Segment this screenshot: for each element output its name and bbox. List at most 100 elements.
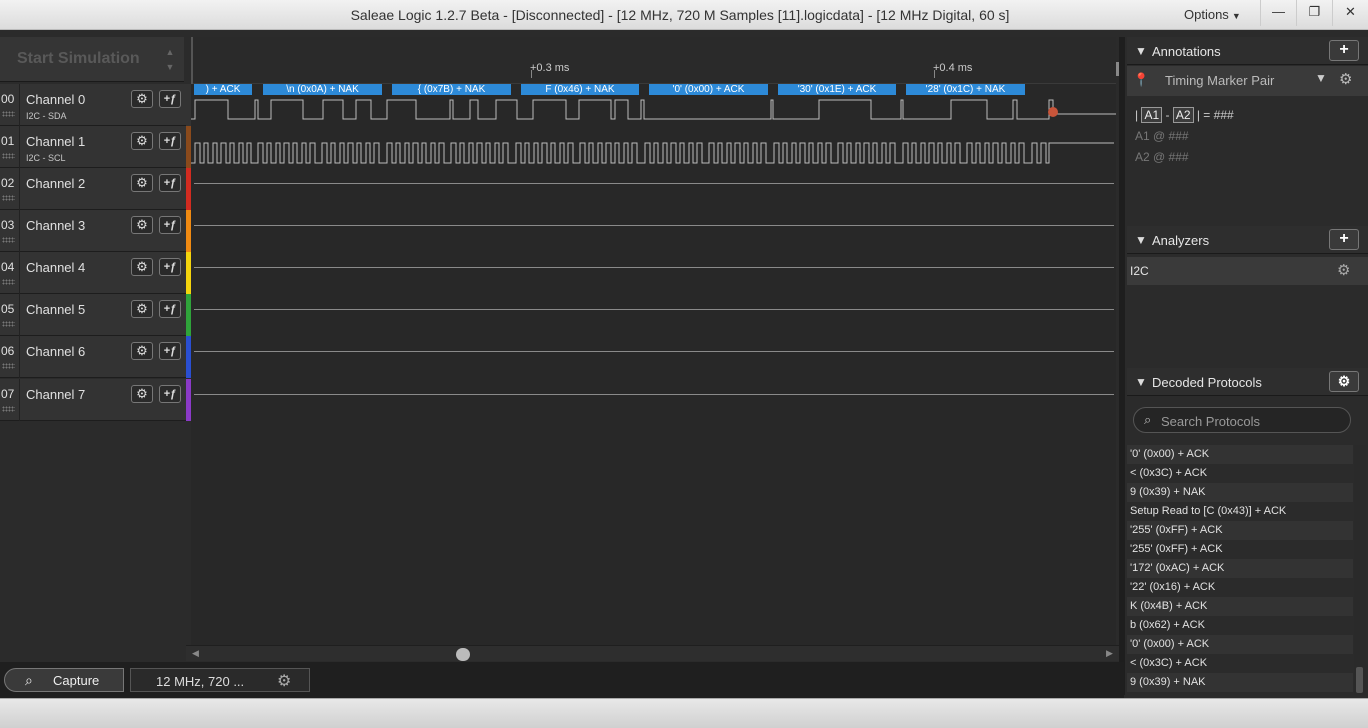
trigger-button[interactable]: +ƒ bbox=[159, 342, 181, 360]
capture-tab[interactable]: ⌕ Capture bbox=[4, 668, 124, 692]
drag-handle-icon[interactable] bbox=[2, 237, 15, 243]
timing-marker-row[interactable]: 📍 Timing Marker Pair ▼ ⚙ bbox=[1127, 66, 1368, 96]
a1-box[interactable]: A1 bbox=[1141, 107, 1163, 123]
channel-row[interactable]: 05 Channel 5 ⚙ +ƒ bbox=[0, 294, 191, 336]
channel-settings-button[interactable]: ⚙ bbox=[131, 300, 153, 318]
channel-settings-button[interactable]: ⚙ bbox=[131, 385, 153, 403]
channel-settings-button[interactable]: ⚙ bbox=[131, 342, 153, 360]
decode-bubble[interactable]: '30' (0x1E) + ACK bbox=[778, 84, 896, 95]
analyzers-header[interactable]: ▼ Analyzers + bbox=[1127, 226, 1368, 254]
decoded-list-item[interactable]: Setup Read to [C (0x43)] + ACK bbox=[1127, 502, 1353, 521]
drag-handle-icon[interactable] bbox=[2, 363, 15, 369]
gear-icon[interactable]: ⚙ bbox=[1337, 261, 1350, 279]
decoded-settings-button[interactable]: ⚙ bbox=[1329, 371, 1359, 392]
channel-name[interactable]: Channel 2 bbox=[26, 176, 85, 191]
time-mark-label: +0.4 ms bbox=[933, 62, 973, 74]
decoded-list-item[interactable]: '22' (0x16) + ACK bbox=[1127, 578, 1353, 597]
channel-settings-button[interactable]: ⚙ bbox=[131, 90, 153, 108]
decode-bubble[interactable]: { (0x7B) + NAK bbox=[392, 84, 511, 95]
decode-bubble[interactable]: \n (0x0A) + NAK bbox=[263, 84, 382, 95]
decode-bubble[interactable]: F (0x46) + NAK bbox=[521, 84, 639, 95]
decoded-list-item[interactable]: '255' (0xFF) + ACK bbox=[1127, 540, 1353, 559]
decode-bubble[interactable]: '0' (0x00) + ACK bbox=[649, 84, 768, 95]
decoded-list-item[interactable]: < (0x3C) + ACK bbox=[1127, 654, 1353, 673]
scroll-thumb[interactable] bbox=[1356, 667, 1363, 693]
decoded-list-item[interactable]: '255' (0xFF) + ACK bbox=[1127, 521, 1353, 540]
minimize-button[interactable]: — bbox=[1260, 0, 1296, 26]
scroll-right-icon[interactable]: ▶ bbox=[1106, 648, 1113, 659]
drag-handle-icon[interactable] bbox=[2, 111, 15, 117]
channel-name[interactable]: Channel 6 bbox=[26, 344, 85, 359]
decoded-list-item[interactable]: < (0x3C) + ACK bbox=[1127, 464, 1353, 483]
chevron-down-icon[interactable]: ▼ bbox=[1315, 71, 1327, 85]
maximize-button[interactable]: ❐ bbox=[1296, 0, 1332, 26]
gear-icon[interactable]: ⚙ bbox=[1339, 70, 1352, 88]
horizontal-scrollbar[interactable]: ◀ ▶ bbox=[186, 645, 1120, 661]
add-annotation-button[interactable]: + bbox=[1329, 40, 1359, 61]
drag-handle-icon[interactable] bbox=[2, 279, 15, 285]
collapse-triangle-icon[interactable]: ▼ bbox=[1135, 233, 1147, 247]
trigger-button[interactable]: +ƒ bbox=[159, 258, 181, 276]
channel-row[interactable]: 04 Channel 4 ⚙ +ƒ bbox=[0, 252, 191, 294]
start-simulation-button[interactable]: Start Simulation ▲ ▼ bbox=[0, 37, 184, 82]
search-protocols-field[interactable]: ⌕ bbox=[1133, 407, 1351, 433]
channel-name[interactable]: Channel 1 bbox=[26, 134, 85, 149]
channel-settings-button[interactable]: ⚙ bbox=[131, 174, 153, 192]
annotations-header[interactable]: ▼ Annotations + bbox=[1127, 37, 1368, 65]
channel-settings-button[interactable]: ⚙ bbox=[131, 132, 153, 150]
trigger-button[interactable]: +ƒ bbox=[159, 132, 181, 150]
channel-row[interactable]: 01 Channel 1 I2C - SCL ⚙ +ƒ bbox=[0, 126, 191, 168]
decoded-list-item[interactable]: 9 (0x39) + NAK bbox=[1127, 483, 1353, 502]
decode-bubble[interactable]: '28' (0x1C) + NAK bbox=[906, 84, 1025, 95]
channel-name[interactable]: Channel 7 bbox=[26, 387, 85, 402]
channel-name[interactable]: Channel 4 bbox=[26, 260, 85, 275]
trigger-button[interactable]: +ƒ bbox=[159, 90, 181, 108]
channel-row[interactable]: 00 Channel 0 I2C - SDA ⚙ +ƒ bbox=[0, 84, 191, 126]
chevron-down-icon[interactable]: ▼ bbox=[160, 62, 180, 72]
decoded-list-item[interactable]: '0' (0x00) + ACK bbox=[1127, 635, 1353, 654]
decoded-list-item[interactable]: K (0x4B) + ACK bbox=[1127, 597, 1353, 616]
drag-handle-icon[interactable] bbox=[2, 321, 15, 327]
channel-row[interactable]: 07 Channel 7 ⚙ +ƒ bbox=[0, 379, 191, 421]
decoded-list-item[interactable]: b (0x62) + ACK bbox=[1127, 616, 1353, 635]
decoded-list-item[interactable]: '172' (0xAC) + ACK bbox=[1127, 559, 1353, 578]
collapse-triangle-icon[interactable]: ▼ bbox=[1135, 375, 1147, 389]
channel-name[interactable]: Channel 0 bbox=[26, 92, 85, 107]
decoded-protocols-list[interactable]: '0' (0x00) + ACK < (0x3C) + ACK 9 (0x39) +… bbox=[1127, 445, 1353, 695]
trigger-button[interactable]: +ƒ bbox=[159, 300, 181, 318]
chevron-up-icon[interactable]: ▲ bbox=[160, 47, 180, 57]
channel-name[interactable]: Channel 5 bbox=[26, 302, 85, 317]
options-menu[interactable]: Options ▼ bbox=[1184, 7, 1241, 22]
drag-handle-icon[interactable] bbox=[2, 195, 15, 201]
scroll-thumb[interactable] bbox=[456, 648, 470, 661]
decoded-list-item[interactable]: '0' (0x00) + ACK bbox=[1127, 445, 1353, 464]
close-button[interactable]: ✕ bbox=[1332, 0, 1368, 26]
channel-name[interactable]: Channel 3 bbox=[26, 218, 85, 233]
trigger-button[interactable]: +ƒ bbox=[159, 216, 181, 234]
decoded-list-scrollbar[interactable] bbox=[1354, 445, 1366, 695]
time-ruler[interactable]: +0.3 ms +0.4 ms bbox=[191, 37, 1119, 84]
collapse-triangle-icon[interactable]: ▼ bbox=[1135, 44, 1147, 58]
decoded-list-item[interactable]: 9 (0x39) + NAK bbox=[1127, 673, 1353, 692]
trigger-button[interactable]: +ƒ bbox=[159, 385, 181, 403]
search-protocols-input[interactable] bbox=[1161, 412, 1341, 430]
channel-settings-button[interactable]: ⚙ bbox=[131, 258, 153, 276]
channel-row[interactable]: 03 Channel 3 ⚙ +ƒ bbox=[0, 210, 191, 252]
session-tab[interactable]: 12 MHz, 720 ... ⚙ bbox=[130, 668, 310, 692]
channel-color-bar bbox=[186, 252, 191, 294]
scroll-left-icon[interactable]: ◀ bbox=[192, 648, 199, 659]
drag-handle-icon[interactable] bbox=[2, 153, 15, 159]
analyzer-item[interactable]: I2C ⚙ bbox=[1127, 257, 1368, 285]
channel-settings-button[interactable]: ⚙ bbox=[131, 216, 153, 234]
channel-row[interactable]: 02 Channel 2 ⚙ +ƒ bbox=[0, 168, 191, 210]
search-icon: ⌕ bbox=[25, 672, 33, 688]
a2-box[interactable]: A2 bbox=[1172, 107, 1194, 123]
drag-handle-icon[interactable] bbox=[2, 406, 15, 412]
decode-bubble[interactable]: ) + ACK bbox=[194, 84, 252, 95]
add-analyzer-button[interactable]: + bbox=[1329, 229, 1359, 250]
channel-row[interactable]: 06 Channel 6 ⚙ +ƒ bbox=[0, 336, 191, 378]
trigger-button[interactable]: +ƒ bbox=[159, 174, 181, 192]
panel-splitter[interactable] bbox=[1119, 37, 1125, 695]
gear-icon[interactable]: ⚙ bbox=[277, 671, 291, 691]
decoded-protocols-header[interactable]: ▼ Decoded Protocols ⚙ bbox=[1127, 368, 1368, 396]
